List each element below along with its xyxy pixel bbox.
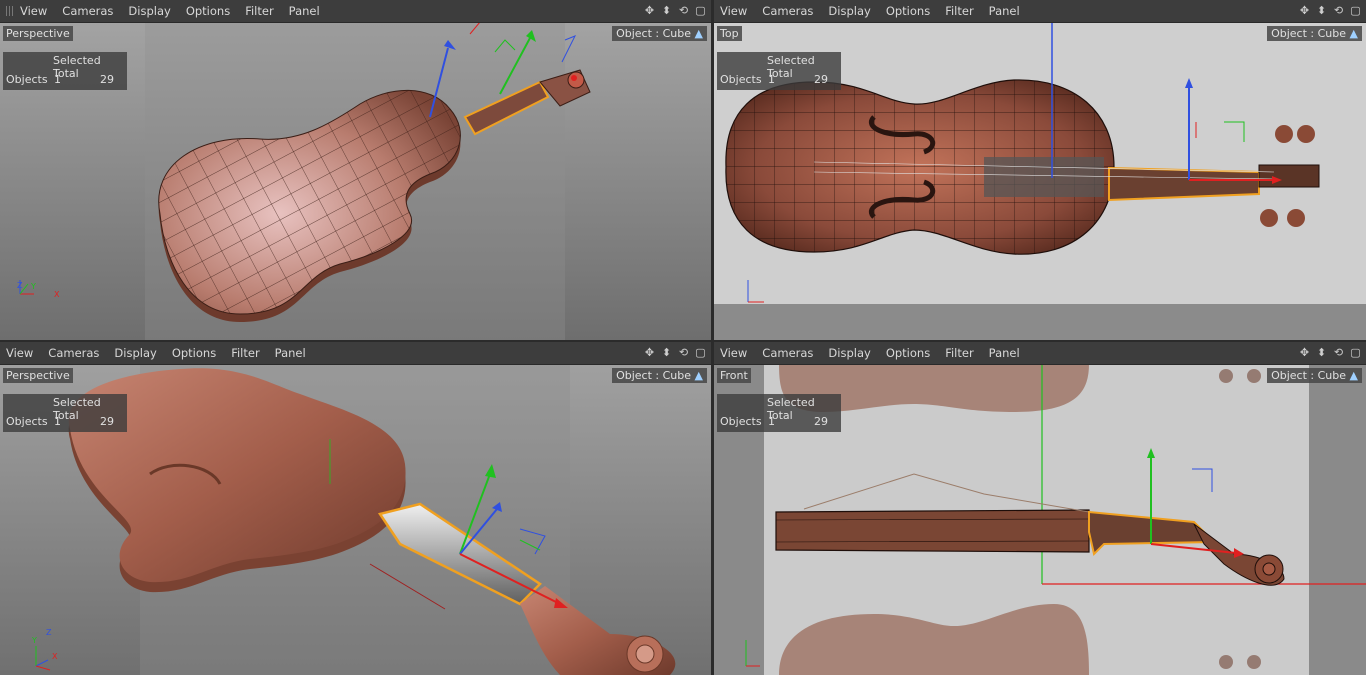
axis-y-label: Y (32, 636, 37, 645)
menu-view[interactable]: View (6, 346, 33, 360)
menu-view[interactable]: View (720, 346, 747, 360)
hud-header: Selected Total (767, 54, 815, 80)
menu-filter[interactable]: Filter (245, 4, 273, 18)
dolly-view-icon[interactable]: ⬍ (660, 4, 673, 17)
viewport-bottom-left[interactable]: View Cameras Display Options Filter Pane… (0, 342, 711, 675)
menu-cameras[interactable]: Cameras (48, 346, 99, 360)
dolly-view-icon[interactable]: ⬍ (660, 346, 673, 359)
cone-icon: ▲ (1349, 369, 1358, 382)
object-name: Object : Cube (616, 27, 692, 40)
menu-filter[interactable]: Filter (945, 4, 973, 18)
menu-options[interactable]: Options (172, 346, 216, 360)
menu-view[interactable]: View (720, 4, 747, 18)
menu-options[interactable]: Options (886, 4, 930, 18)
menu-display[interactable]: Display (828, 346, 870, 360)
axis-x-label: X (52, 652, 58, 661)
object-name: Object : Cube (1271, 27, 1347, 40)
viewport-camera-label[interactable]: Top (717, 26, 742, 41)
axis-z-label: Z (46, 628, 52, 637)
menu-display[interactable]: Display (128, 4, 170, 18)
move-view-icon[interactable]: ✥ (643, 346, 656, 359)
menu-panel[interactable]: Panel (989, 4, 1020, 18)
object-label: Object : Cube ▲ (612, 26, 707, 41)
object-label: Object : Cube ▲ (1267, 26, 1362, 41)
viewport-top-left[interactable]: View Cameras Display Options Filter Pane… (0, 0, 711, 340)
hud-row-label: Objects (6, 73, 48, 86)
menu-panel[interactable]: Panel (275, 346, 306, 360)
hud-total-count: 29 (814, 73, 828, 86)
menu-filter[interactable]: Filter (945, 346, 973, 360)
hud-header: Selected Total (767, 396, 815, 422)
maximize-view-icon[interactable]: ▢ (1349, 346, 1362, 359)
hud-selected-count: 1 (768, 73, 775, 86)
menu-cameras[interactable]: Cameras (62, 4, 113, 18)
move-view-icon[interactable]: ✥ (1298, 4, 1311, 17)
move-view-icon[interactable]: ✥ (1298, 346, 1311, 359)
dolly-view-icon[interactable]: ⬍ (1315, 4, 1328, 17)
axis-y-label: Y (31, 282, 36, 291)
object-label: Object : Cube ▲ (612, 368, 707, 383)
selection-hud: Selected Total Objects 1 29 (717, 394, 841, 432)
selection-hud: Selected Total Objects 1 29 (3, 394, 127, 432)
menu-cameras[interactable]: Cameras (762, 346, 813, 360)
axis-z-label: Z (17, 281, 23, 290)
maximize-view-icon[interactable]: ▢ (1349, 4, 1362, 17)
selection-hud: Selected Total Objects 1 29 (3, 52, 127, 90)
hud-row-label: Objects (720, 73, 762, 86)
menu-options[interactable]: Options (186, 4, 230, 18)
move-view-icon[interactable]: ✥ (643, 4, 656, 17)
viewport-menubar: View Cameras Display Options Filter Pane… (714, 342, 1366, 365)
viewport-camera-label[interactable]: Perspective (3, 368, 73, 383)
hud-total-count: 29 (814, 415, 828, 428)
viewport-bottom-right[interactable]: View Cameras Display Options Filter Pane… (714, 342, 1366, 675)
viewport-menubar: View Cameras Display Options Filter Pane… (0, 342, 711, 365)
menu-filter[interactable]: Filter (231, 346, 259, 360)
menu-view[interactable]: View (20, 4, 47, 18)
axis-x-label: X (54, 290, 60, 299)
hud-row-label: Objects (6, 415, 48, 428)
object-name: Object : Cube (616, 369, 692, 382)
menu-display[interactable]: Display (114, 346, 156, 360)
cone-icon: ▲ (1349, 27, 1358, 40)
menu-cameras[interactable]: Cameras (762, 4, 813, 18)
rotate-view-icon[interactable]: ⟲ (1332, 4, 1345, 17)
rotate-view-icon[interactable]: ⟲ (677, 4, 690, 17)
maximize-view-icon[interactable]: ▢ (694, 346, 707, 359)
hud-total-count: 29 (100, 73, 114, 86)
grip-icon[interactable] (6, 6, 14, 16)
maximize-view-icon[interactable]: ▢ (694, 4, 707, 17)
object-name: Object : Cube (1271, 369, 1347, 382)
hud-selected-count: 1 (54, 415, 61, 428)
hud-total-count: 29 (100, 415, 114, 428)
rotate-view-icon[interactable]: ⟲ (1332, 346, 1345, 359)
hud-row-label: Objects (720, 415, 762, 428)
menu-options[interactable]: Options (886, 346, 930, 360)
viewport-top-right[interactable]: View Cameras Display Options Filter Pane… (714, 0, 1366, 340)
hud-header: Selected Total (53, 54, 101, 80)
cone-icon: ▲ (694, 369, 703, 382)
dolly-view-icon[interactable]: ⬍ (1315, 346, 1328, 359)
cone-icon: ▲ (694, 27, 703, 40)
selection-hud: Selected Total Objects 1 29 (717, 52, 841, 90)
hud-selected-count: 1 (54, 73, 61, 86)
hud-selected-count: 1 (768, 415, 775, 428)
menu-display[interactable]: Display (828, 4, 870, 18)
viewport-camera-label[interactable]: Perspective (3, 26, 73, 41)
viewport-camera-label[interactable]: Front (717, 368, 751, 383)
menu-panel[interactable]: Panel (289, 4, 320, 18)
object-label: Object : Cube ▲ (1267, 368, 1362, 383)
rotate-view-icon[interactable]: ⟲ (677, 346, 690, 359)
viewport-menubar: View Cameras Display Options Filter Pane… (714, 0, 1366, 23)
viewport-menubar: View Cameras Display Options Filter Pane… (0, 0, 711, 23)
hud-header: Selected Total (53, 396, 101, 422)
menu-panel[interactable]: Panel (989, 346, 1020, 360)
